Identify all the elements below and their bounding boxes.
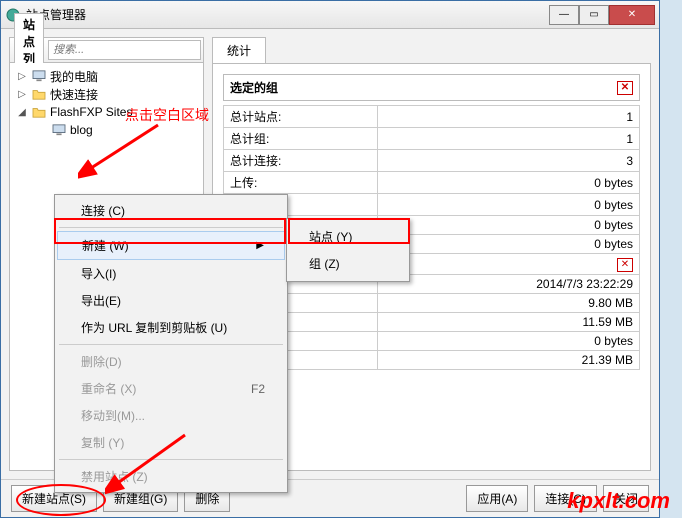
tree-item-blog[interactable]: blog [12,121,201,139]
menu-delete: 删除(D) [57,348,285,375]
menu-import[interactable]: 导入(I) [57,260,285,287]
delete-group-icon[interactable]: ✕ [617,81,633,95]
tab-stats[interactable]: 统计 [212,37,266,63]
tabs: 统计 [212,37,651,63]
submenu-group[interactable]: 组 (Z) [289,250,407,277]
search-input[interactable] [48,40,201,60]
menu-export[interactable]: 导出(E) [57,287,285,314]
table-row: 上传:0 bytes [224,172,640,194]
submenu-new: 站点 (Y) 组 (Z) [286,218,410,282]
tree-label: FlashFXP Sites [50,105,132,119]
tree-item-flashfxp-sites[interactable]: ◢ FlashFXP Sites [12,103,201,121]
tree-item-quickconnect[interactable]: ▷ 快速连接 [12,85,201,103]
close-button[interactable]: ✕ [609,5,655,25]
tree-label: 我的电脑 [50,68,98,85]
titlebar: 站点管理器 — ▭ ✕ [1,1,659,29]
table-row: 总计组:1 [224,128,640,150]
minimize-button[interactable]: — [549,5,579,25]
menu-copy-url[interactable]: 作为 URL 复制到剪贴板 (U) [57,314,285,341]
menu-connect[interactable]: 连接 (C) [57,197,285,224]
menu-move: 移动到(M)... [57,402,285,429]
menu-rename: 重命名 (X)F2 [57,375,285,402]
window-title: 站点管理器 [26,6,549,23]
chevron-right-icon: ▶ [256,240,264,251]
maximize-button[interactable]: ▭ [579,5,609,25]
menu-disable-site: 禁用站点 (Z) [57,463,285,490]
apply-button[interactable]: 应用(A) [466,485,528,512]
tree-label: blog [70,123,93,137]
watermark: kpxlt.com [567,488,670,514]
group-title: 选定的组 [230,79,278,96]
context-menu: 连接 (C) 新建 (W)▶ 导入(I) 导出(E) 作为 URL 复制到剪贴板… [54,194,288,493]
group-title-bar: 选定的组 ✕ [223,74,640,101]
submenu-site[interactable]: 站点 (Y) [289,223,407,250]
table-row: 总计站点:1 [224,106,640,128]
tree-label: 快速连接 [50,86,98,103]
menu-new[interactable]: 新建 (W)▶ [57,231,285,260]
delete-icon[interactable]: ✕ [617,258,633,272]
left-header: 站点列表 [9,37,204,63]
table-row: 总计连接:3 [224,150,640,172]
menu-copy: 复制 (Y) [57,429,285,456]
tree-item-mycomputer[interactable]: ▷ 我的电脑 [12,67,201,85]
